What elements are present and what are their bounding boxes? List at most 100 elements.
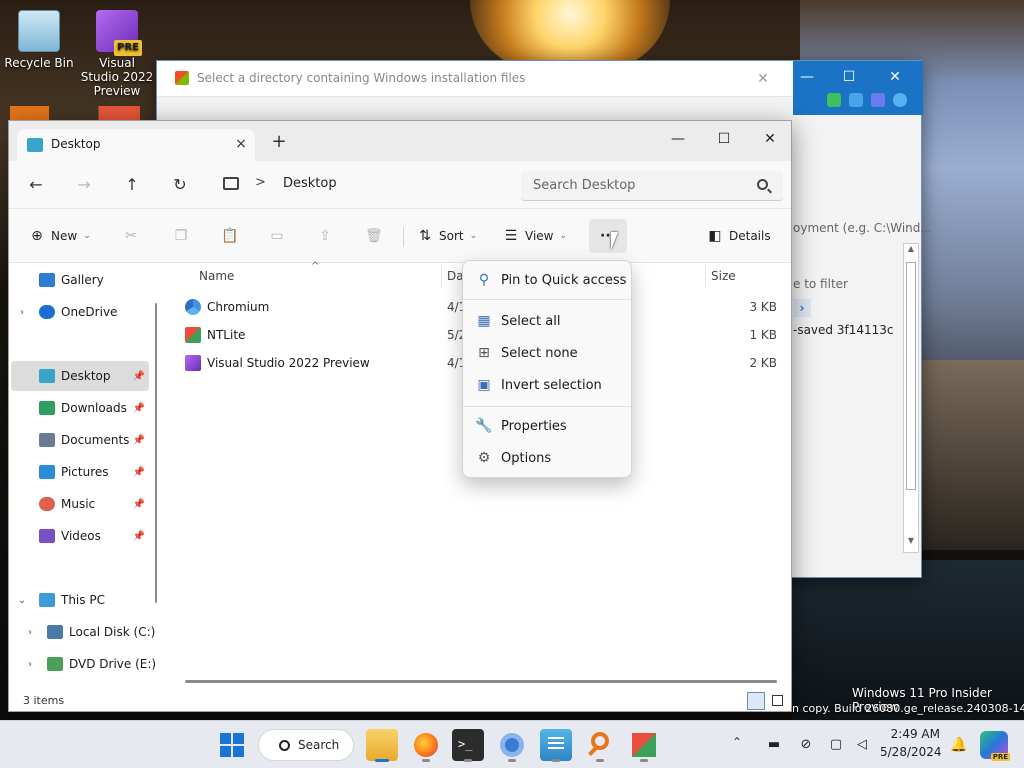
pin-icon[interactable]: 📌 [133, 531, 145, 542]
sidebar-item-music[interactable]: Music 📌 [11, 489, 149, 519]
this-pc-icon[interactable] [223, 177, 239, 190]
tiles-view-icon[interactable] [769, 692, 787, 710]
search-input[interactable]: Search Desktop [521, 171, 783, 201]
navigation-pane[interactable]: Gallery › OneDrive Desktop 📌 Downloads 📌… [9, 263, 157, 689]
pin-icon[interactable]: 📌 [133, 467, 145, 478]
chevron-down-icon[interactable]: ⌄ [15, 595, 29, 606]
menu-item-invert-selection[interactable]: ▣ Invert selection [467, 370, 627, 400]
background-minimize-button[interactable]: — [795, 65, 819, 89]
new-tab-button[interactable]: + [269, 133, 289, 153]
copilot-icon[interactable]: PRE [980, 731, 1010, 761]
taskbar-search[interactable]: Search [258, 729, 354, 761]
menu-divider [463, 299, 631, 300]
scroll-down-arrow-icon[interactable]: ▼ [906, 536, 916, 550]
start-button[interactable] [216, 729, 248, 761]
upgrade-icon[interactable] [827, 93, 841, 107]
sidebar-item-desktop[interactable]: Desktop 📌 [11, 361, 149, 391]
sidebar-item-downloads[interactable]: Downloads 📌 [11, 393, 149, 423]
chevron-right-icon[interactable]: › [23, 627, 37, 638]
pin-icon[interactable]: 📌 [133, 371, 145, 382]
chevron-right-icon[interactable]: › [23, 659, 37, 670]
scroll-thumb[interactable] [906, 262, 916, 490]
delete-button[interactable]: 🗑 [365, 222, 383, 250]
scroll-up-arrow-icon[interactable]: ▲ [906, 244, 916, 258]
column-header-size[interactable]: Size [711, 269, 736, 283]
menu-item-options[interactable]: ⚙ Options [467, 443, 627, 473]
share-button[interactable]: ⇪ [317, 222, 333, 250]
file-explorer-taskbar-icon[interactable] [366, 729, 398, 762]
sidebar-item-dvd-drive[interactable]: › DVD Drive (E:) [19, 649, 157, 679]
sidebar-item-label: This PC [61, 593, 105, 607]
rename-button[interactable]: ▭ [269, 222, 285, 250]
sidebar-item-onedrive[interactable]: › OneDrive [11, 297, 149, 327]
firefox-icon[interactable] [410, 729, 442, 762]
background-scrollbar[interactable]: ▲ ▼ [903, 243, 919, 553]
maximize-button[interactable]: ☐ [701, 125, 747, 153]
pin-icon[interactable]: 📌 [133, 499, 145, 510]
breadcrumb[interactable]: Desktop [283, 176, 337, 191]
sidebar-item-videos[interactable]: Videos 📌 [11, 521, 149, 551]
menu-item-pin-to-quick-access[interactable]: ⚲ Pin to Quick access [467, 265, 627, 295]
menu-item-select-all[interactable]: ▦ Select all [467, 306, 627, 336]
cut-button[interactable]: ✂ [123, 222, 139, 250]
desktop-icon-recycle-bin[interactable]: Recycle Bin [2, 10, 76, 70]
chevron-right-icon[interactable]: › [15, 307, 29, 318]
discord-icon[interactable] [871, 93, 885, 107]
close-button[interactable]: ✕ [747, 125, 791, 153]
file-explorer-window[interactable]: Desktop × + — ☐ ✕ ← → ↑ ↻ > Desktop Sear… [8, 120, 792, 712]
menu-item-select-none[interactable]: ⊞ Select none [467, 338, 627, 368]
twitter-icon[interactable] [849, 93, 863, 107]
details-pane-button[interactable]: ◧ Details [707, 222, 770, 250]
sort-button[interactable]: ⇅ Sort ⌄ [417, 222, 477, 250]
sidebar-scrollbar[interactable] [155, 303, 157, 603]
column-divider[interactable] [441, 265, 442, 287]
sidebar-item-this-pc[interactable]: ⌄ This PC [11, 585, 149, 615]
refresh-button[interactable]: ↻ [165, 171, 195, 199]
ntlite-taskbar-icon[interactable] [628, 729, 660, 762]
breadcrumb-chevron-icon[interactable]: > [255, 175, 266, 190]
up-button[interactable]: ↑ [117, 171, 147, 199]
tab-desktop[interactable]: Desktop × [17, 129, 255, 161]
background-maximize-button[interactable]: ☐ [837, 65, 861, 89]
view-button[interactable]: ☰ View ⌄ [503, 222, 567, 250]
back-button[interactable]: ← [21, 171, 51, 199]
sidebar-item-gallery[interactable]: Gallery [11, 265, 149, 295]
new-button[interactable]: ⊕ New ⌄ [29, 222, 91, 250]
copy-button[interactable]: ❐ [173, 222, 189, 250]
column-header-name[interactable]: Name [199, 269, 234, 283]
taskbar: Search >_ ⌃ ▬ ⊘ ▢ ◁ 2:49 AM 5/28/2024 🔔 … [0, 720, 1024, 768]
dialog-close-button[interactable]: ✕ [751, 67, 775, 91]
tab-close-button[interactable]: × [231, 134, 251, 154]
menu-item-properties[interactable]: 🔧 Properties [467, 411, 627, 441]
device-icon[interactable]: ▬ [766, 737, 782, 753]
terminal-icon[interactable]: >_ [452, 729, 484, 762]
notepad-icon[interactable] [540, 729, 572, 762]
deployment-path-hint: oyment (e.g. C:\Wind... [793, 221, 932, 235]
background-close-button[interactable]: ✕ [883, 65, 907, 89]
sidebar-item-documents[interactable]: Documents 📌 [11, 425, 149, 455]
help-icon[interactable] [893, 93, 907, 107]
clock-date[interactable]: 5/28/2024 [880, 745, 942, 759]
paste-button[interactable]: 📋 [221, 222, 238, 250]
forward-button[interactable]: → [69, 171, 99, 199]
magnifier-app-icon[interactable] [584, 729, 616, 762]
sidebar-item-local-disk[interactable]: › Local Disk (C:) [19, 617, 157, 647]
display-icon[interactable]: ▢ [828, 737, 844, 753]
column-divider[interactable] [705, 265, 706, 287]
directory-dialog-titlebar[interactable]: Select a directory containing Windows in… [157, 61, 793, 97]
volume-muted-icon[interactable]: ◁ [854, 737, 870, 753]
minimize-button[interactable]: — [655, 125, 701, 153]
chevron-up-icon[interactable]: ⌃ [732, 735, 742, 749]
pin-icon[interactable]: 📌 [133, 403, 145, 414]
pin-icon[interactable]: 📌 [133, 435, 145, 446]
chromium-taskbar-icon[interactable] [496, 729, 528, 762]
ntlite-icon [185, 327, 201, 343]
horizontal-scrollbar[interactable] [185, 680, 777, 683]
details-view-icon[interactable] [747, 692, 765, 710]
chevron-right-icon[interactable]: › [793, 299, 811, 317]
sidebar-item-pictures[interactable]: Pictures 📌 [11, 457, 149, 487]
clock-time[interactable]: 2:49 AM [888, 727, 940, 741]
notification-bell-icon[interactable]: 🔔 [950, 737, 967, 753]
network-disconnected-icon[interactable]: ⊘ [798, 737, 814, 753]
desktop-icon-visual-studio[interactable]: PRE Visual Studio 2022 Preview [80, 10, 154, 98]
